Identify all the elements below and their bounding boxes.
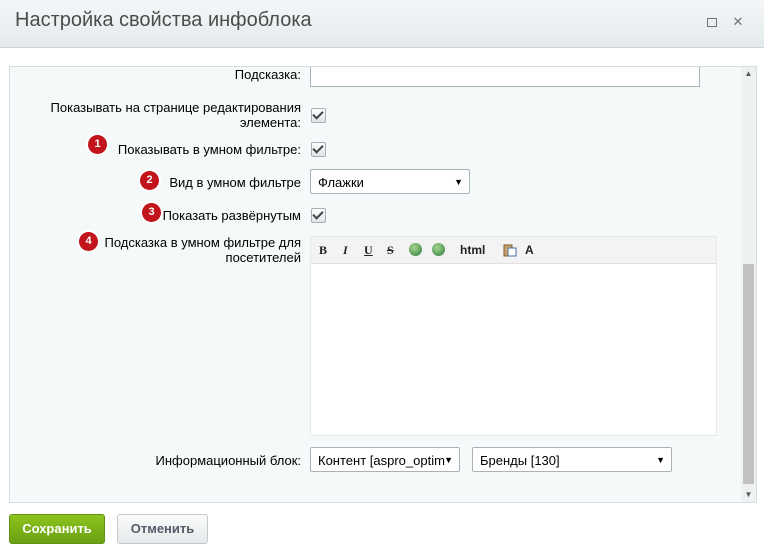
expanded-label: Показать развёрнутым <box>162 208 301 223</box>
html-mode-button[interactable]: html <box>460 243 485 257</box>
form-panel: Подсказка: Показывать на странице редакт… <box>9 66 757 503</box>
paste-icon <box>503 244 517 257</box>
show-on-edit-label: Показывать на странице редактирования эл… <box>51 100 301 130</box>
scrollbar-thumb[interactable] <box>743 264 754 484</box>
dropdown-arrow-icon: ▼ <box>454 177 463 187</box>
maximize-button[interactable] <box>704 14 720 30</box>
insert-link-icon <box>409 243 422 256</box>
scroll-down-arrow-icon[interactable]: ▼ <box>741 488 756 502</box>
paste-button[interactable] <box>503 243 517 257</box>
marker-badge-3: 3 <box>142 203 161 222</box>
marker-badge-4: 4 <box>79 232 98 251</box>
smart-filter-hint-label-line1: Подсказка в умном фильтре для <box>104 235 301 250</box>
show-on-edit-label-line1: Показывать на странице редактирования <box>50 100 301 115</box>
hint-input[interactable] <box>310 67 700 87</box>
expanded-checkbox[interactable] <box>311 208 326 223</box>
marker-badge-2: 2 <box>140 171 159 190</box>
smart-filter-label: Показывать в умном фильтре: <box>117 142 301 157</box>
cancel-button[interactable]: Отменить <box>117 514 208 544</box>
remove-link-icon <box>432 243 445 256</box>
insert-link-button[interactable] <box>409 243 422 257</box>
show-on-edit-checkbox[interactable] <box>311 108 326 123</box>
remove-link-button[interactable] <box>432 243 445 257</box>
dropdown-arrow-icon: ▼ <box>656 455 665 465</box>
show-on-edit-label-line2: элемента: <box>239 115 301 130</box>
dropdown-arrow-icon: ▼ <box>444 455 453 465</box>
strikethrough-button[interactable]: S <box>387 243 394 257</box>
italic-button[interactable]: I <box>343 243 348 257</box>
font-format-button[interactable]: A <box>525 243 534 257</box>
font-format-icon: A <box>525 243 534 257</box>
iblock-value: Бренды [130] <box>480 453 560 468</box>
iblock-type-value: Контент [aspro_optim <box>318 453 445 468</box>
editor-toolbar: B I U S html A <box>311 237 716 264</box>
iblock-type-select[interactable]: Контент [aspro_optim ▼ <box>310 447 460 472</box>
smart-filter-hint-label: Подсказка в умном фильтре для посетителе… <box>104 235 301 265</box>
vertical-scrollbar[interactable]: ▲ ▼ <box>741 67 756 502</box>
maximize-icon <box>707 18 717 27</box>
smart-filter-checkbox[interactable] <box>311 142 326 157</box>
smart-filter-hint-editor: B I U S html A <box>310 236 717 436</box>
smart-filter-view-select[interactable]: Флажки ▼ <box>310 169 470 194</box>
smart-filter-view-label: Вид в умном фильтре <box>169 175 301 190</box>
underline-button[interactable]: U <box>364 243 373 257</box>
hint-label: Подсказка: <box>234 67 301 82</box>
close-icon: ✕ <box>732 14 744 29</box>
bold-button[interactable]: B <box>319 243 327 257</box>
iblock-select[interactable]: Бренды [130] ▼ <box>472 447 672 472</box>
close-button[interactable]: ✕ <box>730 14 746 30</box>
smart-filter-hint-label-line2: посетителей <box>225 250 301 265</box>
marker-badge-1: 1 <box>88 135 107 154</box>
smart-filter-view-value: Флажки <box>318 175 364 190</box>
iblock-label: Информационный блок: <box>155 453 301 468</box>
dialog-header: Настройка свойства инфоблока ✕ <box>0 0 764 48</box>
dialog-title: Настройка свойства инфоблока <box>15 9 312 31</box>
save-button[interactable]: Сохранить <box>9 514 105 544</box>
scroll-up-arrow-icon[interactable]: ▲ <box>741 67 756 81</box>
